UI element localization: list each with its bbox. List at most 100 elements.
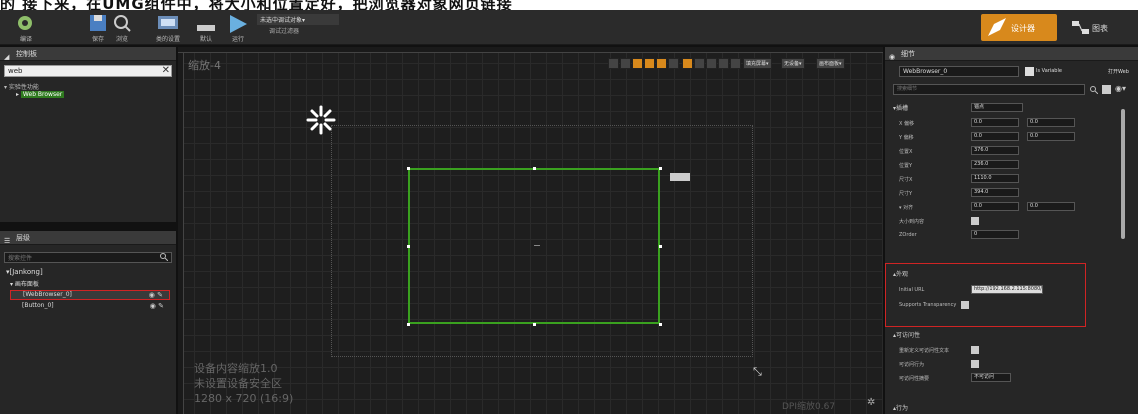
browse-button[interactable]: 浏览 bbox=[102, 10, 142, 45]
preview-tool[interactable] bbox=[718, 58, 729, 69]
hierarchy-search-input[interactable]: 搜索控件 bbox=[4, 252, 172, 263]
hierarchy-item-canvas[interactable]: ▾ 画布面板 bbox=[10, 279, 170, 289]
transform-tool[interactable] bbox=[608, 58, 619, 69]
compile-label: 编译 bbox=[19, 36, 32, 43]
class-settings-button[interactable]: 类的设置 bbox=[148, 10, 188, 45]
designer-mode-button[interactable]: 设计器 bbox=[981, 14, 1057, 41]
alignment-y-field[interactable]: 0.0 bbox=[1027, 202, 1075, 211]
resize-corner-icon[interactable]: ⤡ bbox=[753, 365, 762, 379]
access-behavior-checkbox[interactable] bbox=[971, 360, 979, 368]
browse-label: 浏览 bbox=[115, 36, 128, 43]
behavior-section-header[interactable]: ▴行为 bbox=[893, 403, 908, 412]
offset-x-min-field[interactable]: 0.0 bbox=[971, 118, 1019, 127]
details-panel: ◉ 细节 WebBrowser_0 Is Variable 打开Web 搜索细节… bbox=[885, 47, 1138, 414]
alignment-x-field[interactable]: 0.0 bbox=[971, 202, 1019, 211]
locality-tool[interactable] bbox=[656, 58, 667, 69]
offset-y-max-field[interactable]: 0.0 bbox=[1027, 132, 1075, 141]
rotate-value-tool[interactable] bbox=[694, 58, 705, 69]
details-search-input[interactable]: 搜索细节 bbox=[893, 84, 1085, 95]
palette-search-input[interactable]: web bbox=[4, 65, 172, 77]
layout-tool[interactable] bbox=[620, 58, 631, 69]
debug-filter-dropdown[interactable]: 未选中调试对象▾ 调试过滤器 bbox=[257, 14, 339, 40]
grid-size-tool[interactable] bbox=[668, 58, 679, 69]
alignment-row: ▾ 对齐 0.0 0.0 bbox=[899, 202, 1119, 212]
resize-handle[interactable] bbox=[533, 323, 536, 326]
hierarchy-item-webbrowser[interactable]: [WebBrowser_0] ◉ ✎ bbox=[10, 290, 170, 300]
resize-handle[interactable] bbox=[533, 167, 536, 170]
resize-handle[interactable] bbox=[659, 323, 662, 326]
rotate-snap-tool[interactable] bbox=[682, 58, 693, 69]
palette-category[interactable]: ▾ 实验性功能 bbox=[4, 82, 39, 91]
hierarchy-root[interactable]: ▾[Jankong] bbox=[6, 268, 43, 276]
viewport-info: 设备内容缩放1.0 未设置设备安全区 1280 x 720 (16:9) bbox=[194, 361, 293, 406]
resize-handle[interactable] bbox=[407, 167, 410, 170]
widget-name-field[interactable]: WebBrowser_0 bbox=[899, 66, 1019, 77]
offset-y-min-field[interactable]: 0.0 bbox=[971, 132, 1019, 141]
dpi-scale-label: DPI缩放0.67 bbox=[782, 402, 836, 412]
size-x-field[interactable]: 1110.0 bbox=[971, 174, 1019, 183]
device-dropdown[interactable]: 无设备▾ bbox=[781, 58, 805, 69]
size-y-field[interactable]: 394.0 bbox=[971, 188, 1019, 197]
size-x-label: 尺寸X bbox=[899, 177, 913, 183]
details-title: 细节 bbox=[901, 50, 915, 58]
eye-icon[interactable]: ◉▾ bbox=[1115, 84, 1126, 93]
offset-x-row: X 偏移 0.0 0.0 bbox=[899, 118, 1119, 128]
is-variable-checkbox[interactable] bbox=[1025, 67, 1034, 76]
designer-viewport[interactable]: 缩放-4 填充屏幕▾ 无设备▾ 画布面板▾ ⤡ 设备内容缩放1.0 未设置设备安… bbox=[178, 47, 883, 414]
anchor-row: 锚点 锚点 bbox=[899, 103, 1119, 113]
access-summary-dropdown[interactable]: 不可访问 bbox=[971, 373, 1011, 382]
size-to-content-label: 大小到内容 bbox=[899, 219, 925, 225]
resize-handle[interactable] bbox=[659, 245, 662, 248]
graph-mode-button[interactable]: 图表 bbox=[1070, 14, 1134, 41]
view-options-icon[interactable] bbox=[1102, 85, 1111, 94]
web-browser-widget[interactable] bbox=[408, 168, 660, 324]
hierarchy-search-icon bbox=[160, 253, 168, 261]
grid-tool[interactable] bbox=[644, 58, 655, 69]
vertical-ruler bbox=[178, 53, 184, 414]
hierarchy-item-button[interactable]: [Button_0] ◉ ✎ bbox=[10, 302, 170, 312]
access-text-checkbox[interactable] bbox=[971, 346, 979, 354]
browse-icon bbox=[114, 15, 131, 32]
position-x-row: 位置X 376.0 bbox=[899, 146, 1119, 156]
resize-handle[interactable] bbox=[407, 245, 410, 248]
content-scale-note: 设备内容缩放1.0 bbox=[194, 362, 278, 375]
details-scrollbar[interactable] bbox=[1121, 109, 1125, 239]
offset-indicator bbox=[670, 173, 690, 181]
canvas-panel-dropdown[interactable]: 画布面板▾ bbox=[816, 58, 845, 69]
outline-tool[interactable] bbox=[730, 58, 741, 69]
accessibility-section-header[interactable]: ▴可访问性 bbox=[893, 330, 920, 339]
compile-button[interactable]: 编译 bbox=[6, 10, 46, 45]
viewport-toolbar: 填充屏幕▾ 无设备▾ 画布面板▾ bbox=[608, 58, 878, 70]
resize-handle[interactable] bbox=[659, 167, 662, 170]
anchor-dropdown[interactable]: 锚点 bbox=[971, 103, 1023, 112]
palette-item-web-browser[interactable]: ▸ Web Browser bbox=[16, 91, 65, 98]
zoom-fit-tool[interactable] bbox=[706, 58, 717, 69]
zorder-field[interactable]: 0 bbox=[971, 230, 1019, 239]
resize-handle[interactable] bbox=[407, 323, 410, 326]
visibility-eye-icon[interactable]: ◉ ✎ bbox=[149, 291, 163, 299]
loading-spinner-icon bbox=[306, 105, 336, 135]
initial-url-field[interactable]: http://192.168.2.115:8080/ bbox=[971, 285, 1043, 294]
appearance-section-header[interactable]: ▴外观 bbox=[893, 269, 908, 278]
hierarchy-item-label: [Button_0] bbox=[22, 302, 54, 309]
size-to-content-checkbox[interactable] bbox=[971, 217, 979, 225]
visibility-eye-icon[interactable]: ◉ ✎ bbox=[150, 302, 164, 310]
access-summary-row: 可访问性摘要 不可访问 bbox=[899, 373, 1119, 383]
size-y-label: 尺寸Y bbox=[899, 191, 913, 197]
palette-title: 控制板 bbox=[16, 50, 37, 58]
gear-icon[interactable]: ✲ bbox=[867, 397, 875, 408]
snap-tool[interactable] bbox=[632, 58, 643, 69]
open-web-link[interactable]: 打开Web bbox=[1108, 68, 1129, 75]
offset-x-max-field[interactable]: 0.0 bbox=[1027, 118, 1075, 127]
offset-y-row: Y 偏移 0.0 0.0 bbox=[899, 132, 1119, 142]
initial-url-row: Initial URL http://192.168.2.115:8080/ bbox=[899, 285, 1119, 295]
details-search-icon bbox=[1090, 86, 1098, 94]
safe-zone-note: 未设置设备安全区 bbox=[194, 377, 282, 390]
play-button[interactable]: 运行 bbox=[218, 10, 258, 45]
fill-screen-dropdown[interactable]: 填充屏幕▾ bbox=[743, 58, 772, 69]
position-x-field[interactable]: 376.0 bbox=[971, 146, 1019, 155]
clear-search-icon[interactable]: ✕ bbox=[162, 65, 170, 76]
horizontal-ruler bbox=[178, 47, 883, 53]
position-y-field[interactable]: 236.0 bbox=[971, 160, 1019, 169]
transparency-checkbox[interactable] bbox=[961, 301, 969, 309]
